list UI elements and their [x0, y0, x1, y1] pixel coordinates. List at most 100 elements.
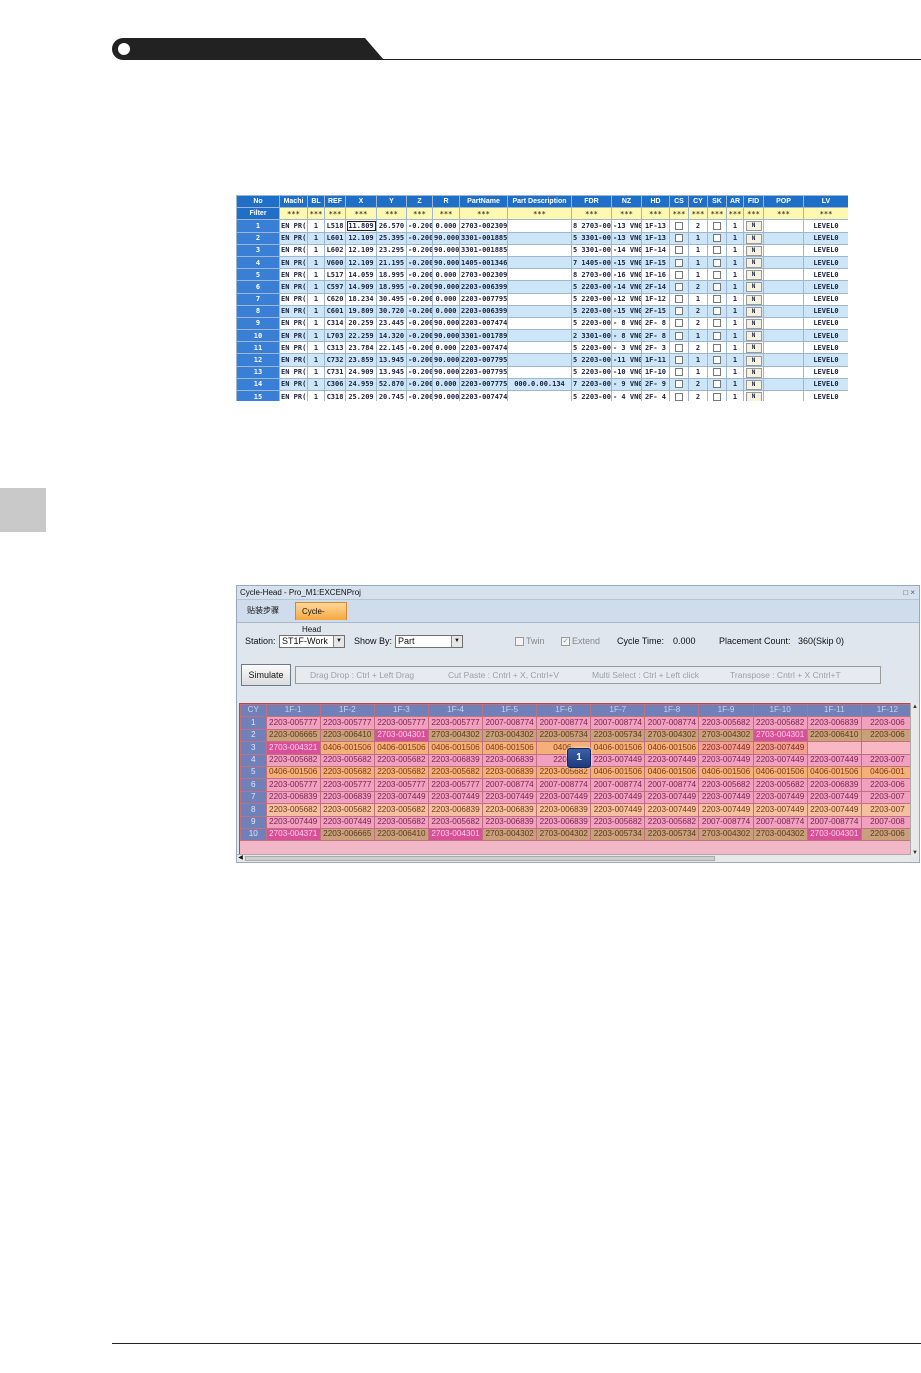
grid-cell[interactable]: 2203-007449 [698, 753, 754, 767]
table-cell[interactable]: 0.000 [432, 341, 460, 355]
grid-cell[interactable]: 0406-001506 [590, 765, 646, 780]
table-cell[interactable]: 1 [307, 353, 325, 367]
scroll-down-icon[interactable]: ▼ [911, 849, 919, 857]
table-cell[interactable]: 20.745 [376, 389, 407, 401]
column-header[interactable]: FID [743, 195, 764, 209]
table-cell[interactable]: 2203-007795 [459, 353, 508, 367]
table-row[interactable]: 1 EN PR(1 L518 11.809 26.570 -0.200 0.000 2703-… [236, 219, 848, 233]
grid-cell[interactable]: 2203-007449 [698, 790, 754, 805]
checkbox-icon[interactable] [515, 637, 524, 647]
table-cell[interactable]: 1 [726, 341, 744, 355]
row-number[interactable]: 4 [236, 255, 280, 270]
cycle-number[interactable]: 3 [240, 741, 267, 755]
column-header[interactable]: REF [324, 195, 346, 209]
checkbox-icon[interactable] [675, 392, 683, 401]
table-cell[interactable]: -14 VN0: [611, 280, 642, 294]
table-cell[interactable] [763, 329, 804, 343]
grid-column-header[interactable]: 1F-8 [644, 704, 700, 718]
grid-cell[interactable]: 2007-008774 [590, 716, 646, 730]
table-row[interactable]: 8 EN PR(1 C601 19.809 30.720 -0.200 0.000 2203-… [236, 304, 848, 318]
table-cell[interactable]: -13 VN0: [611, 219, 642, 233]
table-cell[interactable]: V600 [324, 255, 346, 270]
grid-cell[interactable]: 2203-005777 [427, 778, 484, 792]
table-cell[interactable]: EN PR( [279, 377, 308, 392]
grid-cell[interactable]: 2203-007449 [644, 803, 700, 817]
grid-cell[interactable]: 2203-006839 [806, 716, 862, 730]
column-header[interactable]: NZ [611, 195, 642, 209]
table-cell[interactable]: 2 [688, 341, 708, 355]
grid-cell[interactable]: 2203-006839 [536, 815, 592, 829]
fid-button[interactable]: N [745, 379, 762, 390]
column-header[interactable]: X [345, 195, 377, 209]
grid-cell[interactable]: 2007-008774 [752, 815, 808, 829]
table-cell[interactable] [507, 365, 572, 379]
table-cell[interactable]: 1 [688, 243, 708, 257]
table-cell[interactable] [507, 243, 572, 257]
checkbox-icon[interactable] [675, 380, 683, 389]
table-cell[interactable]: 22.145 [376, 341, 407, 355]
table-cell[interactable]: N [743, 316, 764, 331]
filter-cell[interactable]: *** [641, 207, 670, 221]
table-cell[interactable]: 3301-001789 [459, 329, 508, 343]
grid-cell[interactable]: 2703-004301 [806, 827, 862, 842]
filter-cell[interactable]: *** [688, 207, 708, 221]
table-cell[interactable]: N [743, 365, 764, 379]
table-cell[interactable]: 1 [307, 255, 325, 270]
grid-cell[interactable]: 2203-005777 [373, 778, 429, 792]
filter-cell[interactable]: *** [571, 207, 612, 221]
table-cell[interactable]: LEVEL0 [803, 292, 848, 306]
table-cell[interactable] [669, 268, 689, 282]
column-header[interactable]: Machi [279, 195, 308, 209]
table-cell[interactable]: 1 [688, 255, 708, 270]
table-cell[interactable]: 2F-15 [641, 304, 670, 318]
table-cell[interactable]: N [743, 341, 764, 355]
column-header[interactable]: Z [406, 195, 433, 209]
table-cell[interactable]: 1 [726, 280, 744, 294]
table-cell[interactable]: 1 [307, 377, 325, 392]
checkbox-icon[interactable] [713, 331, 721, 340]
table-cell[interactable]: 1 [307, 292, 325, 306]
table-cell[interactable] [669, 389, 689, 401]
checkbox-icon[interactable] [713, 392, 721, 401]
table-cell[interactable]: 2203-006399 [459, 280, 508, 294]
table-cell[interactable]: 1F-15 [641, 255, 670, 270]
row-number[interactable]: 2 [236, 231, 280, 245]
table-cell[interactable]: 12.109 [345, 255, 377, 270]
grid-cell[interactable]: 2203-005682 [373, 765, 429, 780]
checkbox-icon[interactable] [713, 295, 721, 304]
grid-cell[interactable]: 2203-007449 [427, 790, 484, 805]
table-cell[interactable] [669, 329, 689, 343]
grid-cell[interactable]: 2203-006 [860, 827, 914, 842]
grid-cell[interactable]: 0406-001506 [590, 741, 646, 755]
row-number[interactable]: 5 [236, 268, 280, 282]
table-cell[interactable]: N [743, 255, 764, 270]
grid-cell[interactable]: 2007-008774 [536, 778, 592, 792]
table-cell[interactable]: EN PR( [279, 231, 308, 245]
table-cell[interactable]: 1 [726, 389, 744, 401]
fid-button[interactable]: N [745, 270, 762, 280]
row-number[interactable]: 12 [236, 353, 280, 367]
table-cell[interactable] [763, 280, 804, 294]
table-cell[interactable]: C597 [324, 280, 346, 294]
table-cell[interactable]: EN PR( [279, 255, 308, 270]
table-cell[interactable] [763, 231, 804, 245]
tab-cycle-head[interactable]: Cycle-Head [295, 602, 347, 634]
table-cell[interactable]: N [743, 280, 764, 294]
table-cell[interactable] [669, 231, 689, 245]
grid-cell[interactable]: 2203-007449 [806, 753, 862, 767]
grid-cell[interactable]: 2203-005682 [427, 815, 484, 829]
table-cell[interactable]: N [743, 243, 764, 257]
showby-select[interactable]: Part ▼ [395, 635, 463, 648]
table-cell[interactable]: 22.259 [345, 329, 377, 343]
table-cell[interactable]: 13.945 [376, 365, 407, 379]
filter-cell[interactable]: *** [763, 207, 804, 221]
grid-cell[interactable]: 0406-001506 [427, 741, 484, 755]
grid-cell[interactable]: 2007-008 [860, 815, 914, 829]
grid-column-header[interactable]: 1F-3 [373, 704, 429, 718]
filter-cell[interactable]: *** [432, 207, 460, 221]
table-cell[interactable]: 23.784 [345, 341, 377, 355]
table-cell[interactable]: -0.200 [406, 341, 433, 355]
grid-cell[interactable]: 2203-005734 [590, 827, 646, 842]
table-cell[interactable] [763, 377, 804, 392]
grid-cell[interactable]: 0406-001506 [482, 741, 538, 755]
